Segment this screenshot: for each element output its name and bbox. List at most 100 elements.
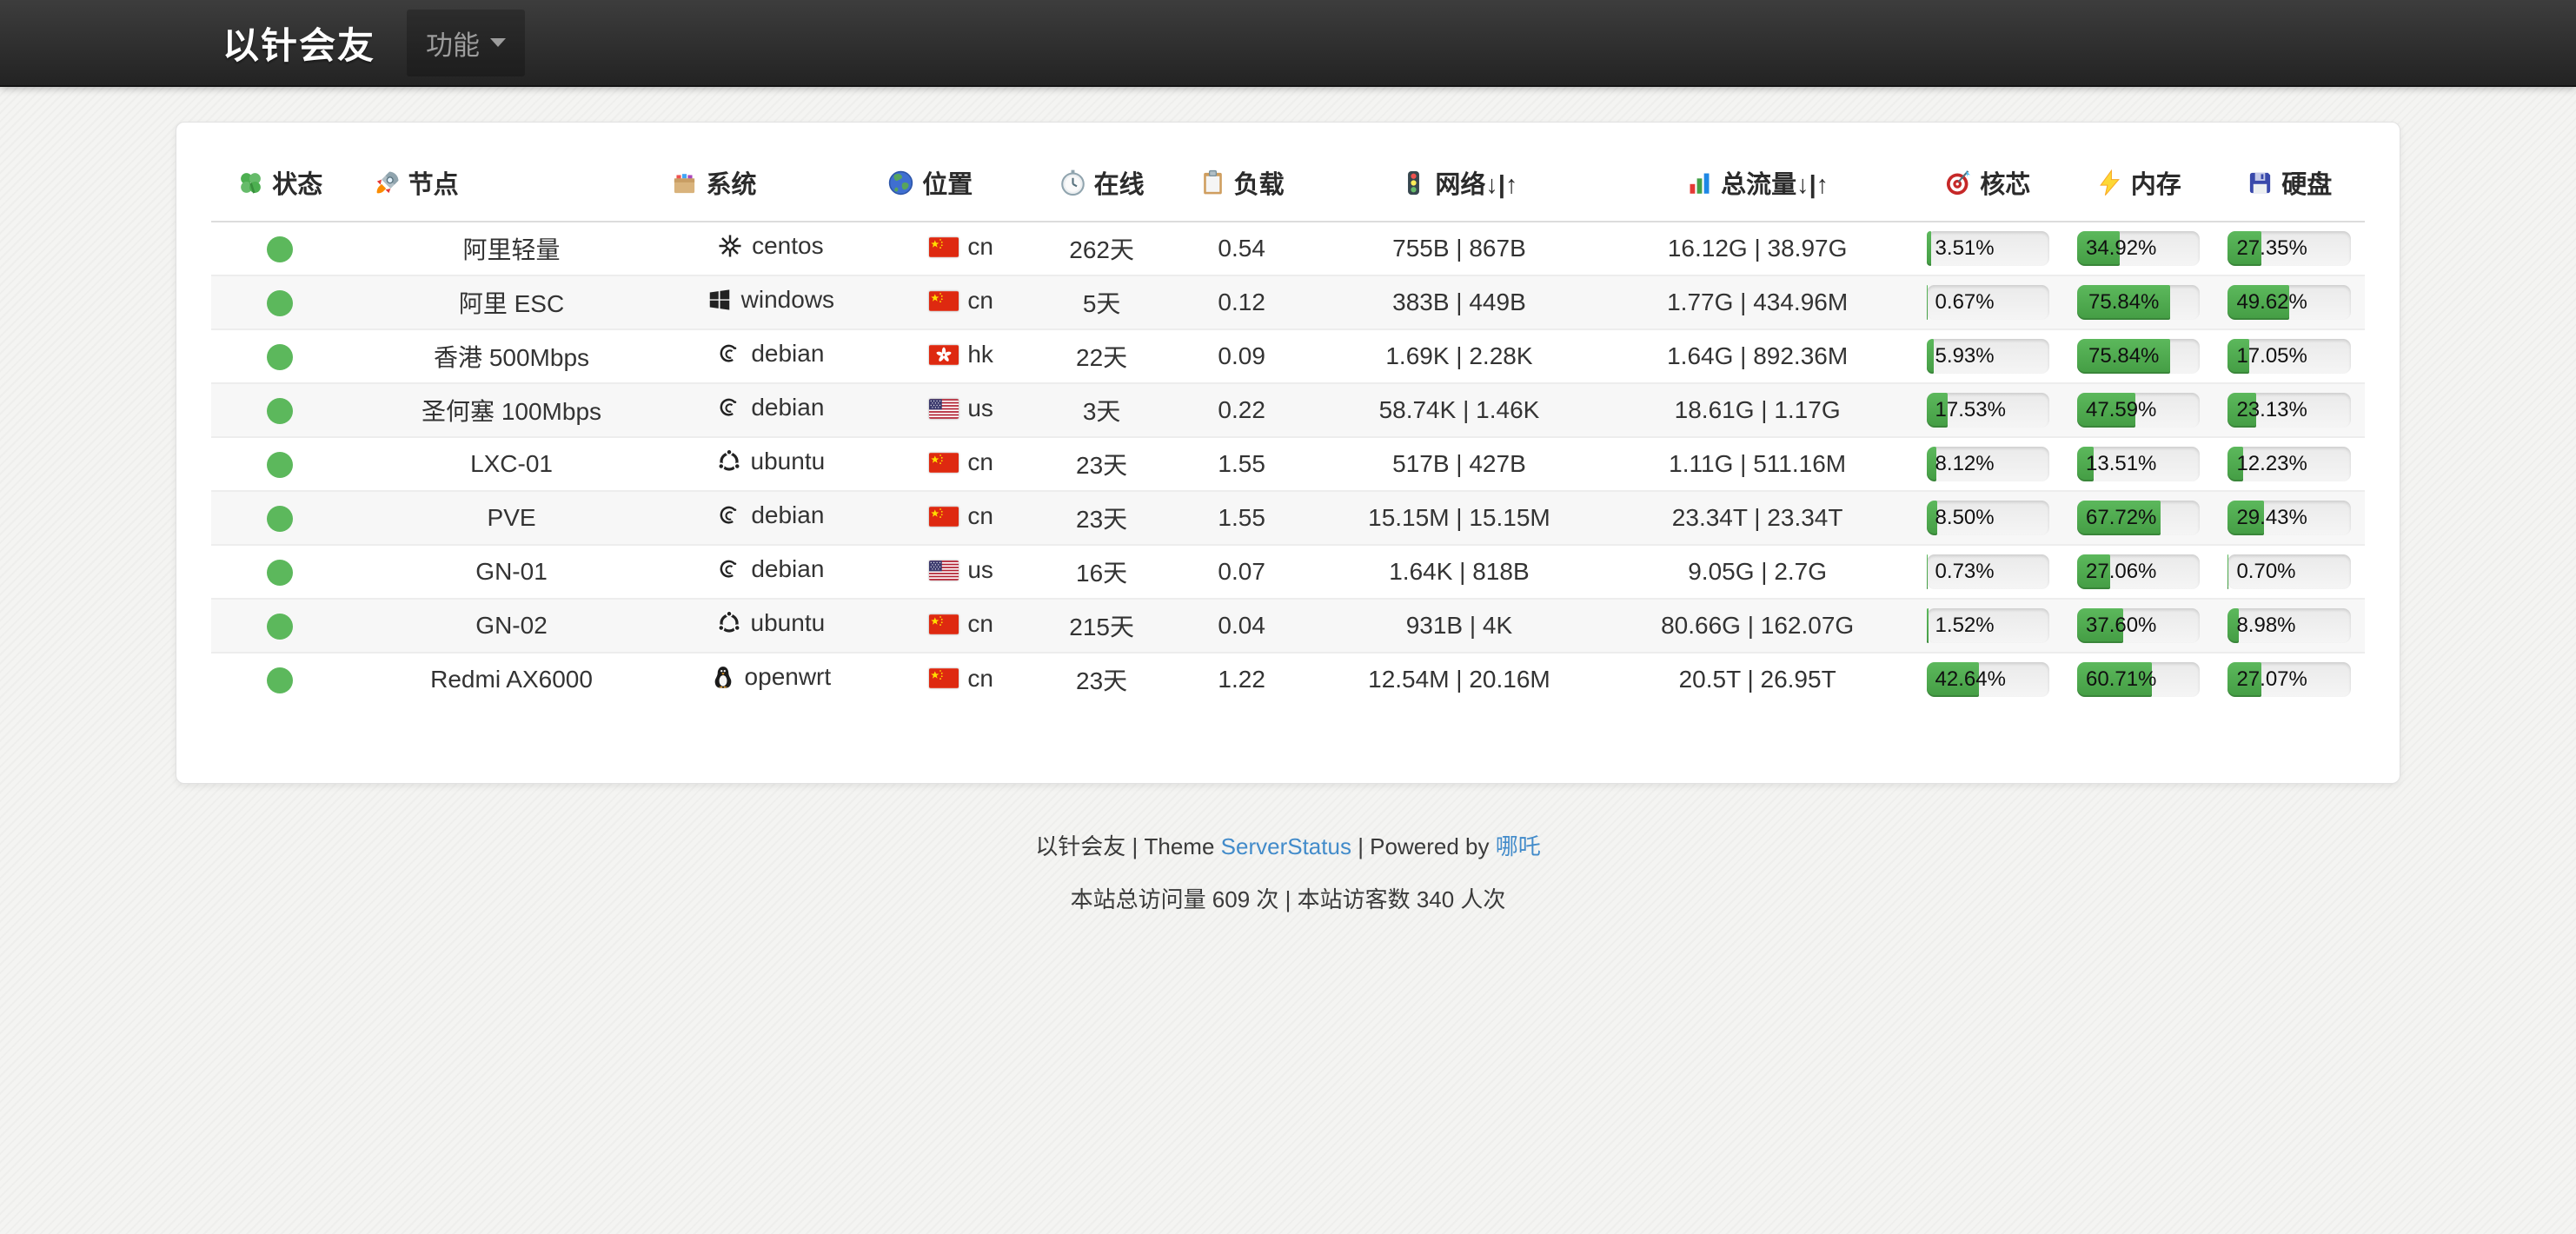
traffic-value: 1.11G | 511.16M [1603,437,1913,491]
status-cell [211,491,349,545]
disk-percent: 23.13% [2236,398,2307,422]
table-row: 阿里轻量 centos cn 262天 0.54 755B | 867B 16.… [211,222,2365,275]
disk-progress-bar: 0.70% [2227,554,2351,589]
disk-progress-bar: 12.23% [2227,447,2351,481]
status-cell [211,437,349,491]
os-icon [716,610,742,636]
os-name: ubuntu [751,448,826,475]
traffic-value: 20.5T | 26.95T [1603,653,1913,707]
memory-progress-bar: 75.84% [2077,285,2200,320]
location-code: cn [967,287,993,315]
disk-progress-bar: 23.13% [2227,393,2351,428]
disk-percent: 17.05% [2236,344,2307,368]
disk-progress-bar: 29.43% [2227,501,2351,535]
node-name: PVE [349,491,651,545]
table-row: GN-02 ubuntu cn 215天 0.04 931B | 4K 80.6… [211,599,2365,653]
cpu-progress-bar: 1.52% [1927,608,2049,643]
traffic-light-icon [1400,169,1427,196]
memory-percent: 13.51% [2086,452,2156,476]
cpu-progress-bar: 8.50% [1927,501,2049,535]
cpu-progress-bar: 17.53% [1927,393,2049,428]
cpu-percent: 8.12% [1935,452,1995,476]
status-online-dot [267,560,293,586]
location-code: hk [967,341,993,368]
status-online-dot [267,452,293,478]
flag-icon [929,561,959,581]
status-cell [211,222,349,275]
uptime-value: 23天 [1036,653,1167,707]
card-index-icon [671,169,698,196]
dart-icon [1945,169,1972,196]
menu-features[interactable]: 功能 [407,10,525,76]
cpu-percent: 0.73% [1935,560,1995,584]
theme-link[interactable]: ServerStatus [1221,833,1351,859]
uptime-value: 215天 [1036,599,1167,653]
header-status: 状态 [211,149,349,222]
load-value: 1.55 [1167,437,1316,491]
flag-icon [929,614,959,634]
network-value: 58.74K | 1.46K [1316,383,1603,437]
flag-icon [929,507,959,527]
disk-percent: 27.35% [2236,236,2307,261]
network-value: 383B | 449B [1316,275,1603,329]
memory-percent: 60.71% [2086,667,2156,692]
chevron-down-icon [490,38,506,47]
disk-percent: 27.07% [2236,667,2307,692]
status-cell [211,275,349,329]
cpu-progress-bar: 5.93% [1927,339,2049,374]
table-row: 圣何塞 100Mbps debian us 3天 0.22 58.74K | 1… [211,383,2365,437]
status-cell [211,599,349,653]
traffic-value: 1.77G | 434.96M [1603,275,1913,329]
memory-percent: 27.06% [2086,560,2156,584]
os-name: openwrt [745,663,832,691]
clipboard-icon [1199,169,1226,196]
globe-icon [887,169,914,196]
powered-by-link[interactable]: 哪吒 [1496,833,1541,859]
flag-icon [929,237,959,257]
os-name: ubuntu [751,609,826,637]
load-value: 0.12 [1167,275,1316,329]
disk-percent: 0.70% [2236,560,2295,584]
uptime-value: 23天 [1036,491,1167,545]
header-uptime: 在线 [1036,149,1167,222]
cpu-progress-bar: 0.67% [1927,285,2049,320]
disk-percent: 12.23% [2236,452,2307,476]
header-traffic: 总流量↓|↑ [1603,149,1913,222]
location-code: cn [967,448,993,476]
flag-icon [929,345,959,365]
cpu-percent: 3.51% [1935,236,1995,261]
uptime-value: 262天 [1036,222,1167,275]
network-value: 931B | 4K [1316,599,1603,653]
status-cell [211,329,349,383]
cpu-percent: 8.50% [1935,506,1995,530]
floppy-icon [2247,169,2274,196]
navbar: 以针会友 功能 [0,0,2576,87]
os-name: debian [751,501,824,529]
footer: 以针会友 | Theme ServerStatus | Powered by 哪… [0,829,2576,914]
memory-progress-bar: 47.59% [2077,393,2200,428]
network-value: 15.15M | 15.15M [1316,491,1603,545]
network-value: 1.64K | 818B [1316,545,1603,599]
location-code: cn [967,610,993,638]
status-online-dot [267,236,293,262]
disk-progress-bar: 27.07% [2227,662,2351,697]
node-name: 圣何塞 100Mbps [349,383,651,437]
table-row: GN-01 debian us 16天 0.07 1.64K | 818B 9.… [211,545,2365,599]
cpu-progress-bar: 0.73% [1927,554,2049,589]
status-online-dot [267,614,293,640]
status-online-dot [267,398,293,424]
traffic-value: 9.05G | 2.7G [1603,545,1913,599]
os-icon [707,287,733,313]
brand-link[interactable]: 以针会友 [222,17,375,70]
lightning-icon [2096,169,2123,196]
node-name: 香港 500Mbps [349,329,651,383]
memory-progress-bar: 34.92% [2077,231,2200,266]
footer-credits: 以针会友 | Theme ServerStatus | Powered by 哪… [0,829,2576,861]
load-value: 0.07 [1167,545,1316,599]
location-code: us [967,556,993,584]
memory-percent: 75.84% [2088,344,2159,368]
os-icon [717,233,743,259]
load-value: 0.04 [1167,599,1316,653]
cpu-percent: 42.64% [1935,667,2006,692]
rocket-icon [374,169,401,196]
